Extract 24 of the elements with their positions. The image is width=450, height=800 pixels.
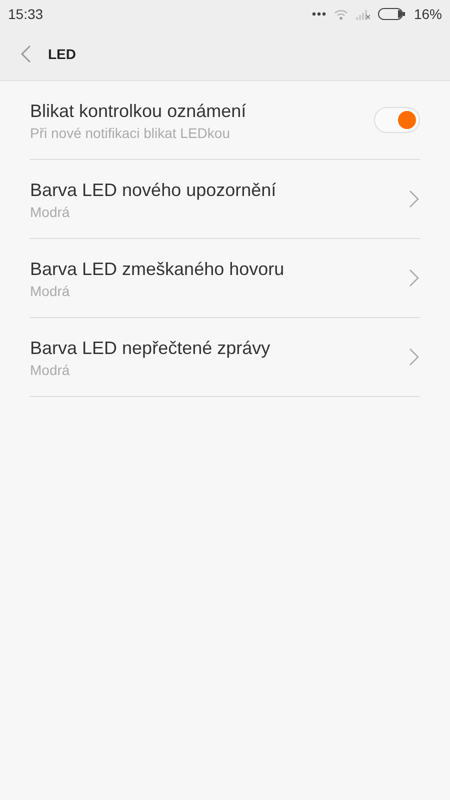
chevron-right-icon	[409, 269, 419, 287]
settings-item[interactable]: Barva LED zmeškaného hovoru Modrá	[30, 239, 420, 318]
setting-value: Modrá	[30, 362, 71, 378]
settings-item[interactable]: Blikat kontrolkou oznámení Při nové notifikaci blikat LEDkou	[30, 81, 420, 160]
battery-level: 16%	[414, 6, 442, 22]
battery-icon	[378, 8, 406, 20]
setting-value: Při nové notifikaci blikat LEDkou	[30, 125, 231, 141]
settings-item[interactable]: Barva LED nepřečtené zprávy Modrá	[30, 318, 420, 397]
setting-value: Modrá	[30, 204, 71, 220]
clock: 15:33	[8, 6, 44, 22]
setting-title: Barva LED nového upozornění	[30, 180, 278, 201]
chevron-right-icon	[409, 190, 419, 208]
setting-title: Blikat kontrolkou oznámení	[30, 101, 248, 122]
settings-item[interactable]: Barva LED nového upozornění Modrá	[30, 160, 420, 239]
setting-value: Modrá	[30, 283, 71, 299]
more-dots-icon	[312, 12, 326, 16]
setting-title: Barva LED zmeškaného hovoru	[30, 259, 286, 280]
setting-title: Barva LED nepřečtené zprávy	[30, 338, 272, 359]
wifi-icon	[334, 8, 348, 20]
chevron-right-icon	[409, 348, 419, 366]
back-button[interactable]	[20, 45, 32, 63]
page-title: LED	[48, 46, 76, 62]
toggle-switch[interactable]	[374, 107, 420, 133]
signal-icon	[356, 8, 370, 20]
